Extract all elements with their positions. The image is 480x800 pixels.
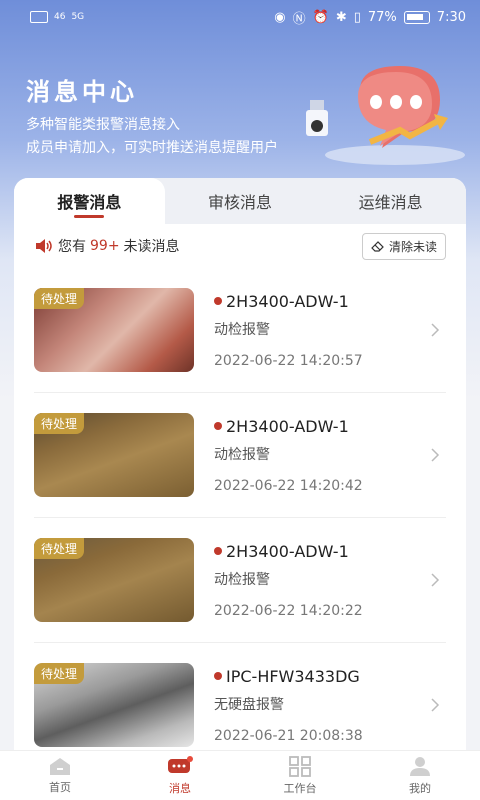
message-info: 2H3400-ADW-1 动检报警 2022-06-22 14:20:42 bbox=[214, 417, 446, 494]
status-right: ◉ Ⓝ ⏰ ✱ ▯ 77% 7:30 bbox=[274, 8, 466, 27]
tab-maintenance-label: 运维消息 bbox=[358, 193, 423, 212]
chevron-right-icon bbox=[431, 573, 440, 587]
nav-workbench-label: 工作台 bbox=[283, 782, 317, 795]
unread-dot bbox=[214, 547, 222, 555]
alarm-type: 动检报警 bbox=[214, 571, 270, 588]
snapshot-thumbnail[interactable]: 待处理 bbox=[34, 413, 194, 497]
tab-alarm[interactable]: 报警消息 bbox=[14, 178, 165, 224]
clear-unread-label: 清除未读 bbox=[388, 239, 437, 254]
device-name: 2H3400-ADW-1 bbox=[226, 541, 349, 561]
page-title: 消息中心 bbox=[26, 78, 138, 106]
sim-icon bbox=[30, 11, 48, 23]
device-row: 2H3400-ADW-1 bbox=[214, 542, 446, 561]
nav-messages[interactable]: 消息 bbox=[120, 751, 240, 800]
unread-prefix: 您有 bbox=[58, 239, 86, 255]
unread-suffix: 未读消息 bbox=[123, 239, 180, 255]
eye-icon: ◉ bbox=[274, 9, 286, 25]
battery-icon bbox=[403, 10, 430, 24]
status-bar: 46 5G ◉ Ⓝ ⏰ ✱ ▯ 77% 7:30 bbox=[0, 0, 480, 34]
device-row: IPC-HFW3433DG bbox=[214, 667, 446, 686]
status-badge: 待处理 bbox=[34, 413, 85, 434]
subtitle-line-1: 多种智能类报警消息接入 bbox=[26, 117, 180, 133]
device-name: 2H3400-ADW-1 bbox=[226, 416, 349, 436]
chat-bubble-illustration bbox=[306, 66, 465, 165]
nav-home[interactable]: 首页 bbox=[0, 751, 120, 800]
tab-maintenance[interactable]: 运维消息 bbox=[315, 178, 466, 224]
status-badge: 待处理 bbox=[34, 288, 85, 309]
alarm-type: 无硬盘报警 bbox=[214, 696, 284, 713]
snapshot-thumbnail[interactable]: 待处理 bbox=[34, 663, 194, 747]
status-left: 46 5G bbox=[30, 11, 84, 23]
status-badge: 待处理 bbox=[34, 663, 85, 684]
alarm-time: 2022-06-22 14:20:22 bbox=[214, 602, 363, 619]
unread-dot bbox=[214, 422, 222, 430]
message-card: 报警消息 审核消息 运维消息 您有 99+ 未读消息 清除未读 待处理 2H34… bbox=[14, 178, 466, 758]
message-icon bbox=[168, 756, 193, 773]
alarm-time: 2022-06-21 20:08:38 bbox=[214, 727, 363, 744]
nfc-icon: Ⓝ bbox=[292, 11, 306, 27]
chevron-right-icon bbox=[431, 448, 440, 462]
vibrate-icon: ▯ bbox=[353, 9, 361, 25]
unread-dot bbox=[214, 672, 222, 680]
home-icon bbox=[50, 758, 70, 775]
message-info: 2H3400-ADW-1 动检报警 2022-06-22 14:20:57 bbox=[214, 292, 446, 369]
bluetooth-icon: ✱ bbox=[335, 9, 347, 25]
nav-profile-label: 我的 bbox=[409, 782, 431, 795]
message-info: IPC-HFW3433DG 无硬盘报警 2022-06-21 20:08:38 bbox=[214, 667, 446, 744]
message-item[interactable]: 待处理 2H3400-ADW-1 动检报警 2022-06-22 14:20:5… bbox=[34, 268, 446, 393]
battery-percent: 77% bbox=[367, 9, 397, 25]
alarm-type: 动检报警 bbox=[214, 321, 270, 338]
nav-workbench[interactable]: 工作台 bbox=[240, 751, 360, 800]
unread-notice-row: 您有 99+ 未读消息 清除未读 bbox=[14, 224, 466, 268]
tab-active-indicator bbox=[74, 215, 105, 218]
bottom-nav: 首页 消息 工作台 我的 bbox=[0, 750, 480, 800]
status-badge: 待处理 bbox=[34, 538, 85, 559]
tab-review[interactable]: 审核消息 bbox=[165, 178, 316, 224]
unread-dot bbox=[214, 297, 222, 305]
snapshot-thumbnail[interactable]: 待处理 bbox=[34, 288, 194, 372]
message-item[interactable]: 待处理 2H3400-ADW-1 动检报警 2022-06-22 14:20:4… bbox=[34, 393, 446, 518]
clock: 7:30 bbox=[436, 9, 466, 25]
nav-profile[interactable]: 我的 bbox=[360, 751, 480, 800]
device-row: 2H3400-ADW-1 bbox=[214, 292, 446, 311]
alarm-time: 2022-06-22 14:20:57 bbox=[214, 352, 363, 369]
subtitle-line-2: 成员申请加入，可实时推送消息提醒用户 bbox=[26, 140, 278, 156]
unread-notice: 您有 99+ 未读消息 bbox=[34, 236, 180, 256]
alarm-type: 动检报警 bbox=[214, 446, 270, 463]
chevron-right-icon bbox=[431, 323, 440, 337]
nav-messages-label: 消息 bbox=[169, 782, 191, 795]
tab-review-label: 审核消息 bbox=[208, 193, 273, 212]
snapshot-thumbnail[interactable]: 待处理 bbox=[34, 538, 194, 622]
tab-alarm-label: 报警消息 bbox=[57, 193, 122, 212]
network-label-1: 46 bbox=[54, 12, 66, 22]
tab-bar: 报警消息 审核消息 运维消息 bbox=[14, 178, 466, 224]
clear-unread-button[interactable]: 清除未读 bbox=[361, 232, 446, 260]
chevron-right-icon bbox=[431, 698, 440, 712]
device-name: 2H3400-ADW-1 bbox=[226, 291, 349, 311]
page-subtitle: 多种智能类报警消息接入 成员申请加入，可实时推送消息提醒用户 bbox=[26, 114, 336, 160]
nav-home-label: 首页 bbox=[49, 781, 71, 794]
user-icon bbox=[410, 757, 430, 776]
unread-count: 99+ bbox=[90, 238, 120, 254]
grid-icon bbox=[289, 756, 311, 777]
device-row: 2H3400-ADW-1 bbox=[214, 417, 446, 436]
alarm-icon: ⏰ bbox=[312, 9, 329, 25]
eraser-icon bbox=[371, 241, 384, 252]
alarm-time: 2022-06-22 14:20:42 bbox=[214, 477, 363, 494]
speaker-icon bbox=[36, 239, 52, 253]
network-label-2: 5G bbox=[71, 12, 85, 22]
device-name: IPC-HFW3433DG bbox=[226, 666, 360, 686]
message-list: 待处理 2H3400-ADW-1 动检报警 2022-06-22 14:20:5… bbox=[14, 268, 466, 758]
message-item[interactable]: 待处理 2H3400-ADW-1 动检报警 2022-06-22 14:20:2… bbox=[34, 518, 446, 643]
message-info: 2H3400-ADW-1 动检报警 2022-06-22 14:20:22 bbox=[214, 542, 446, 619]
message-item[interactable]: 待处理 IPC-HFW3433DG 无硬盘报警 2022-06-21 20:08… bbox=[34, 643, 446, 758]
